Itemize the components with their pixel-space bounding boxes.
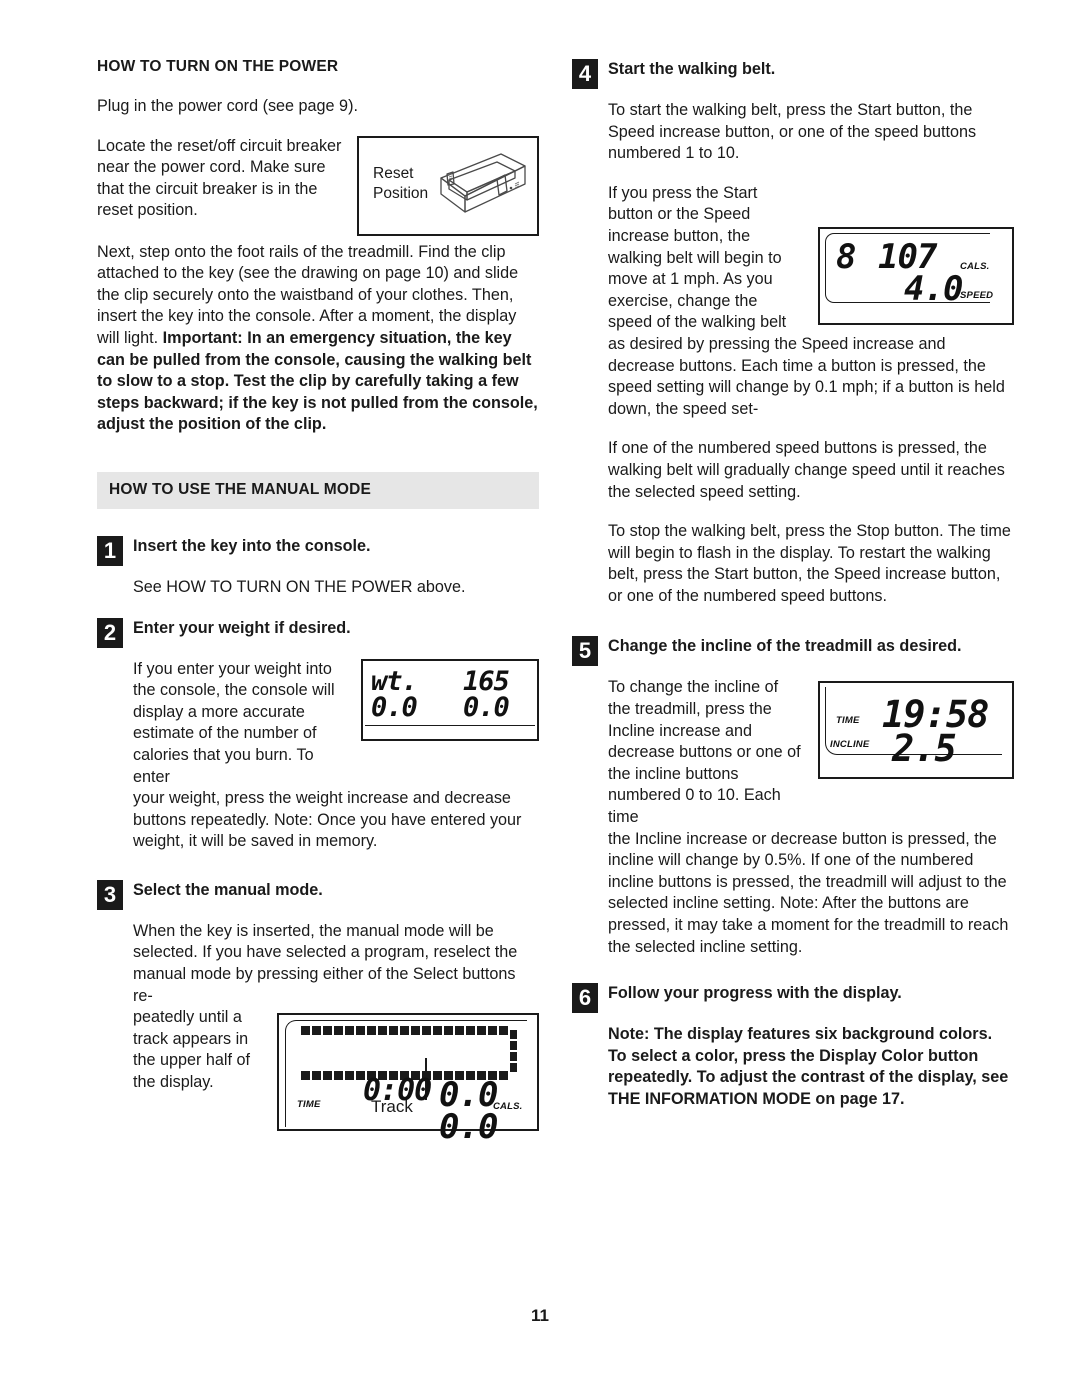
weight-display-figure: wt. 165 0.0 0.0	[361, 658, 539, 741]
step-3-title: Select the manual mode.	[133, 880, 323, 899]
step-4: 4 Start the walking belt.	[572, 58, 1014, 89]
step-1-number: 1	[97, 535, 123, 566]
track-lcd-cals-label: CALS.	[493, 1101, 523, 1113]
power-paragraph-1: Plug in the power cord (see page 9).	[97, 97, 358, 115]
incline-lcd-incline-label: INCLINE	[830, 739, 870, 751]
step-6-number: 6	[572, 983, 598, 1014]
step-6-title: Follow your progress with the display.	[608, 984, 902, 1003]
power-paragraph-3: Next, step onto the foot rails of the tr…	[97, 242, 539, 436]
incline-lcd-incline-value: 2.5	[892, 727, 957, 771]
weight-lcd-bottom-left: 0.0	[371, 691, 418, 723]
step-4-paragraph-3: If one of the numbered speed buttons is …	[608, 439, 1005, 501]
circuit-breaker-panel-icon	[423, 144, 533, 233]
incline-lcd-time-label: TIME	[836, 715, 860, 727]
power-paragraph-3-bold: Important: In an emergency situation, th…	[97, 328, 538, 434]
step-1-body: See HOW TO TURN ON THE POWER above.	[133, 577, 466, 596]
section-title-power: HOW TO TURN ON THE POWER	[97, 58, 339, 75]
step-1-title: Insert the key into the console.	[133, 536, 371, 555]
page-number: 11	[531, 1306, 549, 1325]
step-5-title: Change the incline of the treadmill as d…	[608, 637, 962, 656]
track-display-figure: 0:00 TIME Track 0.0 0.0 CALS.	[277, 1013, 539, 1147]
track-lcd: 0:00 TIME Track 0.0 0.0 CALS.	[277, 1013, 539, 1147]
cals-lcd-cals-label: CALS.	[960, 260, 990, 272]
step-5-number: 5	[572, 636, 598, 667]
step-1: 1 Insert the key into the console.	[97, 535, 539, 566]
step-4-title: Start the walking belt.	[608, 60, 776, 78]
cals-lcd-speed-label: SPEED	[960, 289, 994, 301]
step-5: 5 Change the incline of the treadmill as…	[572, 635, 1014, 667]
step-4-paragraph-4: To stop the walking belt, press the Stop…	[608, 522, 1011, 605]
reset-position-box: Reset Position	[357, 135, 539, 236]
weight-lcd-inner: wt. 165 0.0 0.0	[367, 664, 533, 725]
step-3-number: 3	[97, 879, 123, 910]
cals-speed-display-figure: 8 107 CALS. 4.0 SPEED	[818, 226, 1014, 325]
cals-lcd-lap-digit: 8	[836, 236, 857, 277]
weight-lcd: wt. 165 0.0 0.0	[361, 658, 539, 741]
step-4-paragraph-1: To start the walking belt, press the Sta…	[608, 101, 977, 163]
step-2-number: 2	[97, 617, 123, 648]
step-2: 2 Enter your weight if desired.	[97, 617, 539, 648]
reset-label-line1: Reset	[373, 164, 414, 182]
weight-lcd-bottom-right: 0.0	[463, 691, 510, 723]
step-6: 6 Follow your progress with the display.	[572, 982, 1014, 1014]
weight-lcd-row-bottom: 0.0 0.0	[367, 691, 533, 723]
cals-speed-lcd: 8 107 CALS. 4.0 SPEED	[818, 226, 1014, 325]
incline-display-figure: TIME INCLINE 19:58 2.5	[818, 681, 1014, 780]
step-2-body-rest: your weight, press the weight increase a…	[133, 789, 522, 851]
step-2-title: Enter your weight if desired.	[133, 618, 351, 637]
step-4-number: 4	[572, 59, 598, 89]
left-column: HOW TO TURN ON THE POWER Plug in the pow…	[97, 58, 539, 1147]
step-5-paragraph-1-rest: the Incline increase or decrease button …	[608, 829, 1009, 956]
step-3-body-wrap: When the key is inserted, the manual mod…	[133, 921, 518, 1005]
reset-position-figure: Reset Position	[357, 135, 539, 236]
track-lcd-time-label: TIME	[297, 1099, 321, 1111]
right-column: 4 Start the walking belt. To start the w…	[572, 58, 1014, 1129]
incline-lcd: TIME INCLINE 19:58 2.5	[818, 681, 1014, 780]
step-6-note: Note: The display features six backgroun…	[608, 1025, 1009, 1108]
cals-lcd-speed-value: 4.0	[904, 268, 963, 309]
weight-lcd-base-strip	[365, 724, 535, 737]
track-lcd-cals-value-2: 0.0	[439, 1107, 498, 1148]
step-3: 3 Select the manual mode.	[97, 879, 539, 910]
section-title-manual-mode: HOW TO USE THE MANUAL MODE	[97, 471, 539, 509]
track-pointer-label: Track	[371, 1097, 413, 1117]
manual-page: HOW TO TURN ON THE POWER Plug in the pow…	[0, 0, 1080, 1397]
reset-position-label: Reset Position	[373, 164, 428, 204]
reset-label-line2: Position	[373, 184, 429, 202]
